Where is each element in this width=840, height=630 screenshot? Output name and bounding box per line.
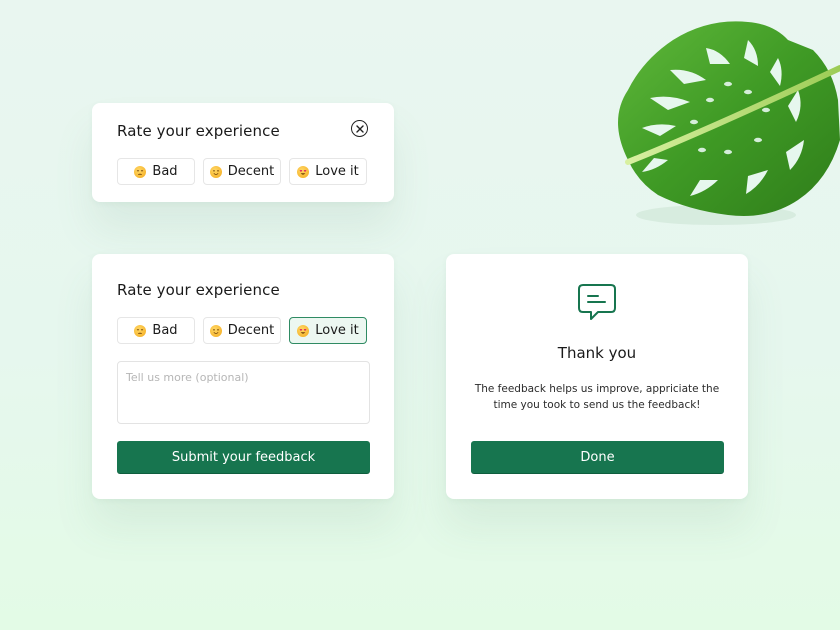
card-title: Rate your experience bbox=[117, 122, 280, 140]
smiling-face-icon bbox=[209, 324, 222, 337]
done-button[interactable]: Done bbox=[471, 441, 724, 474]
thank-you-title: Thank you bbox=[557, 344, 637, 362]
rating-option-love-it[interactable]: Love it bbox=[289, 158, 367, 185]
option-label: Decent bbox=[227, 164, 275, 179]
rating-option-love-it[interactable]: Love it bbox=[289, 317, 367, 344]
pensive-face-icon bbox=[134, 324, 147, 337]
card-title: Rate your experience bbox=[117, 281, 280, 299]
option-label: Love it bbox=[315, 323, 359, 338]
heart-eyes-icon bbox=[297, 165, 310, 178]
submit-feedback-button[interactable]: Submit your feedback bbox=[117, 441, 370, 474]
thank-you-card: Thank you The feedback helps us improve,… bbox=[446, 254, 748, 499]
close-icon bbox=[355, 124, 364, 133]
option-label: Bad bbox=[152, 164, 178, 179]
expanded-rating-card: Rate your experience Bad Decent Love it … bbox=[92, 254, 394, 499]
rating-option-bad[interactable]: Bad bbox=[117, 317, 195, 344]
heart-eyes-icon bbox=[297, 324, 310, 337]
thank-you-message: The feedback helps us improve, appriciat… bbox=[474, 383, 720, 411]
option-label: Love it bbox=[315, 164, 359, 179]
compact-rating-card: Rate your experience Bad Decent Love it bbox=[92, 103, 394, 202]
monstera-leaf-illustration bbox=[618, 21, 840, 225]
option-label: Bad bbox=[152, 323, 178, 338]
rating-options: Bad Decent Love it bbox=[117, 158, 367, 185]
button-label: Submit your feedback bbox=[171, 449, 316, 465]
pensive-face-icon bbox=[134, 165, 147, 178]
rating-option-decent[interactable]: Decent bbox=[203, 317, 281, 344]
button-label: Done bbox=[580, 449, 615, 465]
close-button[interactable] bbox=[351, 120, 368, 137]
option-label: Decent bbox=[227, 323, 275, 338]
feedback-comment-input[interactable] bbox=[117, 361, 370, 424]
rating-option-bad[interactable]: Bad bbox=[117, 158, 195, 185]
smiling-face-icon bbox=[209, 165, 222, 178]
message-icon bbox=[578, 284, 616, 320]
rating-option-decent[interactable]: Decent bbox=[203, 158, 281, 185]
rating-options: Bad Decent Love it bbox=[117, 317, 367, 344]
